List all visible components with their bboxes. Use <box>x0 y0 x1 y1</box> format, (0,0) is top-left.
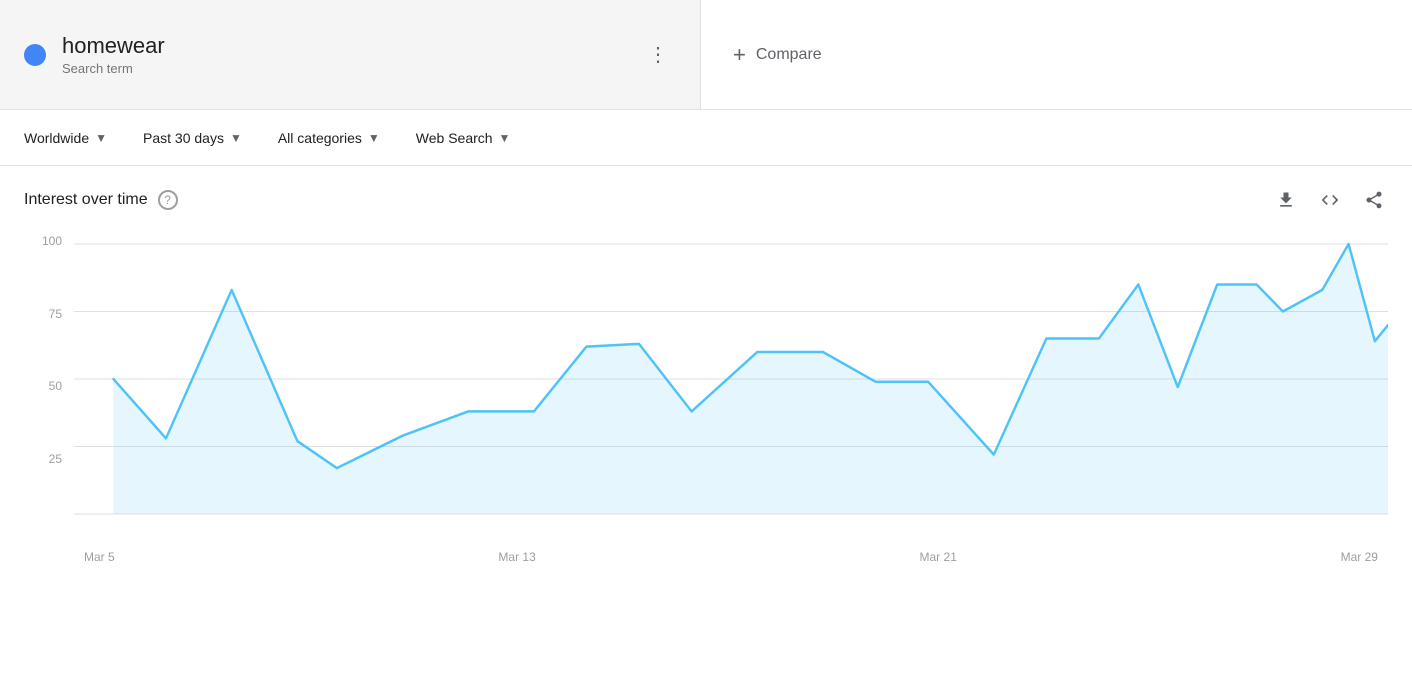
y-label-100: 100 <box>42 234 62 248</box>
search-type-chevron-icon: ▼ <box>499 131 511 145</box>
search-term-block: homewear Search term <box>62 33 165 76</box>
section-header: Interest over time ? <box>24 186 1388 214</box>
y-label-50: 50 <box>49 379 62 393</box>
time-chevron-icon: ▼ <box>230 131 242 145</box>
compare-plus-icon: + <box>733 42 746 68</box>
category-filter-label: All categories <box>278 130 362 146</box>
compare-label: Compare <box>756 46 822 64</box>
share-icon <box>1364 190 1384 210</box>
search-dot <box>24 44 46 66</box>
time-filter-label: Past 30 days <box>143 130 224 146</box>
x-label-mar5: Mar 5 <box>84 550 115 564</box>
search-type-filter[interactable]: Web Search ▼ <box>402 124 525 152</box>
region-filter-label: Worldwide <box>24 130 89 146</box>
download-button[interactable] <box>1272 186 1300 214</box>
share-button[interactable] <box>1360 186 1388 214</box>
x-label-mar13: Mar 13 <box>498 550 535 564</box>
section-title: Interest over time <box>24 191 148 209</box>
interest-over-time-section: Interest over time ? 100 <box>0 166 1412 564</box>
download-icon <box>1276 190 1296 210</box>
y-label-25: 25 <box>49 452 62 466</box>
header-right: + Compare <box>700 0 1412 109</box>
y-label-75: 75 <box>49 307 62 321</box>
section-title-group: Interest over time ? <box>24 190 178 210</box>
search-type-filter-label: Web Search <box>416 130 493 146</box>
embed-button[interactable] <box>1316 186 1344 214</box>
search-term-subtitle: Search term <box>62 61 165 76</box>
code-icon <box>1320 190 1340 210</box>
region-chevron-icon: ▼ <box>95 131 107 145</box>
compare-button[interactable]: + Compare <box>733 42 822 68</box>
header: homewear Search term ⋮ + Compare <box>0 0 1412 110</box>
chart-svg <box>74 234 1388 524</box>
x-label-mar21: Mar 21 <box>920 550 957 564</box>
chart-container: 100 75 50 25 Mar 5 Mar 13 Mar 21 Mar 29 <box>24 224 1388 564</box>
y-axis-labels: 100 75 50 25 <box>24 234 70 524</box>
category-filter[interactable]: All categories ▼ <box>264 124 394 152</box>
category-chevron-icon: ▼ <box>368 131 380 145</box>
search-term-title: homewear <box>62 33 165 59</box>
header-left: homewear Search term ⋮ <box>0 0 700 109</box>
section-actions <box>1272 186 1388 214</box>
x-label-mar29: Mar 29 <box>1341 550 1378 564</box>
time-filter[interactable]: Past 30 days ▼ <box>129 124 256 152</box>
region-filter[interactable]: Worldwide ▼ <box>10 124 121 152</box>
help-icon[interactable]: ? <box>158 190 178 210</box>
header-menu-button[interactable]: ⋮ <box>640 37 676 73</box>
filters-bar: Worldwide ▼ Past 30 days ▼ All categorie… <box>0 110 1412 166</box>
